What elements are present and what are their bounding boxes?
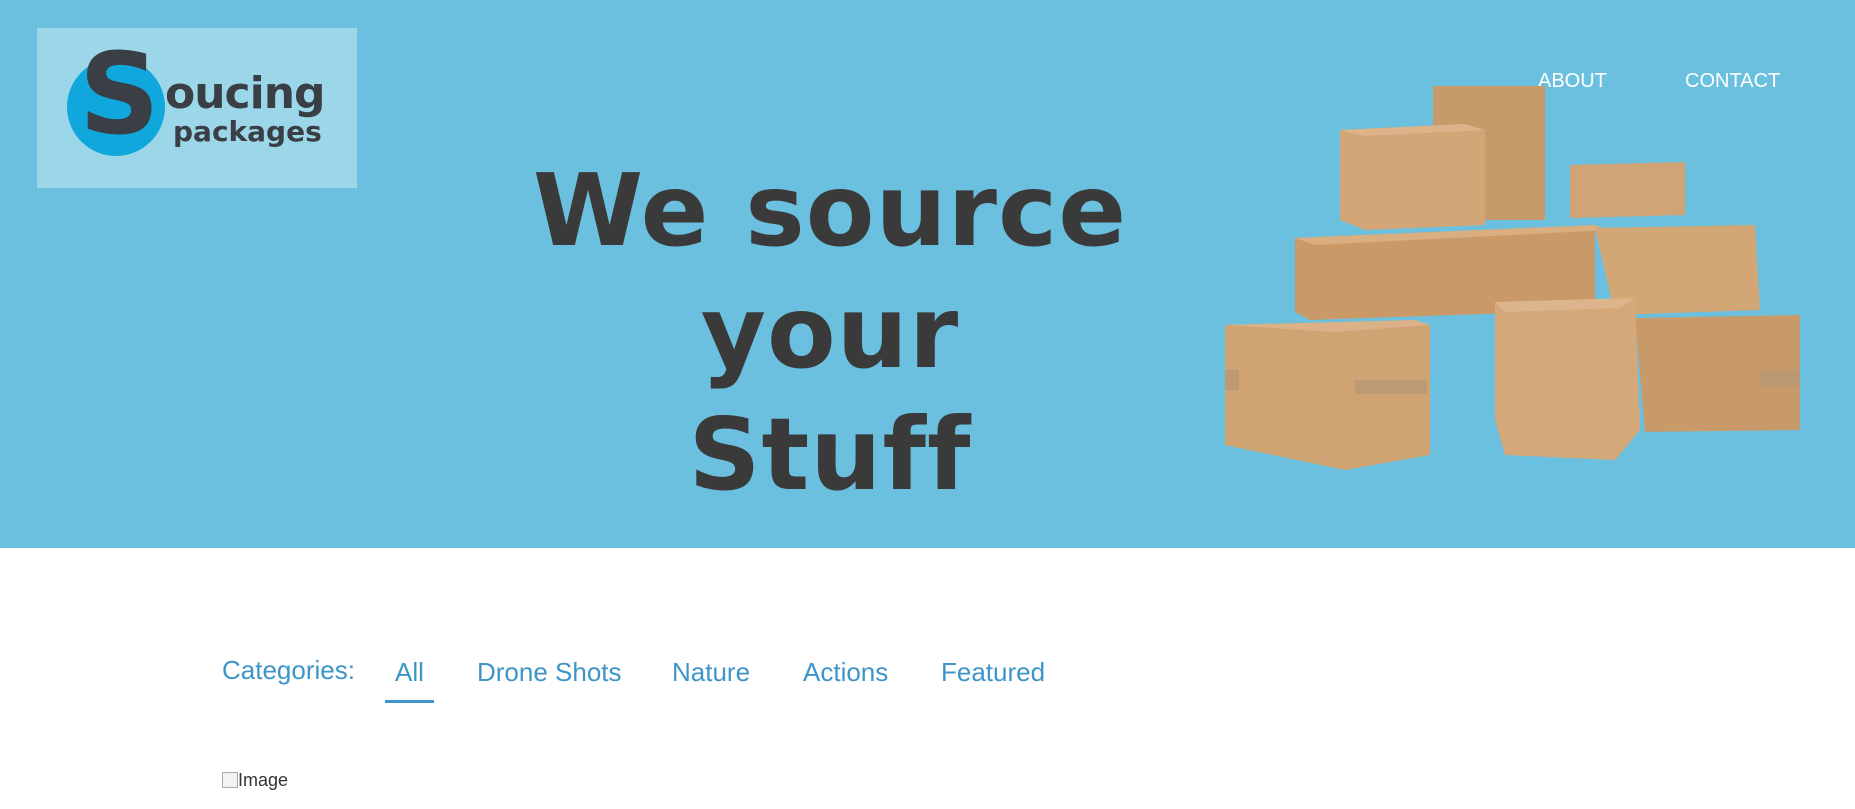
headline-line-1: We source your bbox=[532, 152, 1128, 391]
gallery-broken-image[interactable]: Image bbox=[222, 770, 382, 798]
category-nature[interactable]: Nature bbox=[672, 657, 750, 700]
logo-text-bottom: packages bbox=[173, 115, 322, 148]
broken-image-icon bbox=[222, 772, 238, 788]
hero-banner: S oucing packages ABOUT CONTACT We sourc… bbox=[0, 0, 1855, 548]
logo-text-top: oucing bbox=[165, 68, 326, 119]
category-actions[interactable]: Actions bbox=[803, 657, 888, 700]
categories-label: Categories: bbox=[222, 655, 355, 685]
category-all[interactable]: All bbox=[385, 657, 434, 703]
category-filter-bar: Categories: All Drone Shots Nature Actio… bbox=[222, 650, 1122, 710]
category-drone-shots[interactable]: Drone Shots bbox=[477, 657, 622, 700]
headline-line-2: Stuff bbox=[688, 396, 972, 513]
cardboard-boxes-illustration bbox=[1225, 86, 1800, 470]
category-featured[interactable]: Featured bbox=[941, 657, 1045, 700]
site-logo[interactable]: S oucing packages bbox=[37, 28, 357, 188]
logo-letter: S bbox=[79, 30, 160, 160]
broken-image-alt-text: Image bbox=[238, 770, 289, 790]
hero-headline: We source your Stuff bbox=[440, 150, 1220, 516]
